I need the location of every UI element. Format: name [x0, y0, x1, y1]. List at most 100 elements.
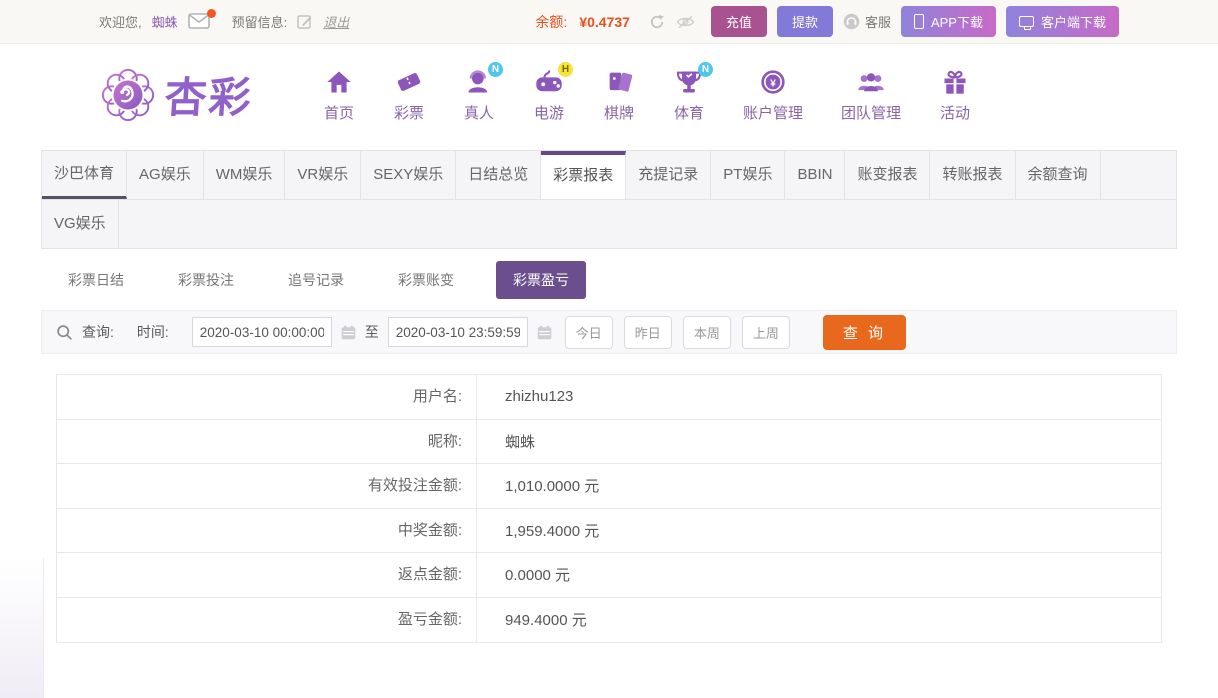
row-label: 返点金额:: [57, 553, 477, 597]
quick-range-buttons: 今日 昨日 本周 上周: [564, 315, 790, 349]
phone-icon: [913, 14, 924, 29]
tab-balance-query[interactable]: 余额查询: [1016, 151, 1101, 199]
headset-icon: [843, 13, 860, 30]
edit-icon[interactable]: [297, 14, 313, 30]
last-week-button[interactable]: 上周: [741, 315, 790, 349]
today-button[interactable]: 今日: [564, 315, 613, 349]
query-submit-button[interactable]: 查 询: [822, 314, 907, 350]
nav-item-live[interactable]: N 真人: [463, 62, 504, 123]
monitor-icon: [1018, 16, 1034, 30]
left-edge-decoration: [0, 558, 44, 698]
lottery-subtabs: 彩票日结 彩票投注 追号记录 彩票账变 彩票盈亏: [56, 261, 1177, 299]
gift-icon: [944, 70, 966, 94]
table-row: 有效投注金额: 1,010.0000 元: [57, 464, 1161, 509]
tab-transfer-report[interactable]: 转账报表: [930, 151, 1016, 199]
yesterday-button[interactable]: 昨日: [623, 315, 672, 349]
calendar-icon-end[interactable]: [537, 325, 552, 340]
row-value: 1,010.0000 元: [505, 478, 600, 496]
profit-loss-table: 用户名: zhizhu123 昵称: 蜘蛛 有效投注金额: 1,010.0000…: [56, 374, 1162, 643]
header: 杏彩 首页 彩票 N 真人 H 电游 棋牌 N 体育 ¥ 账户管理 团队管理 活…: [0, 44, 1218, 145]
nav-item-sports[interactable]: N 体育: [673, 62, 714, 123]
calendar-icon-start[interactable]: [341, 325, 356, 340]
row-label: 昵称:: [57, 419, 477, 463]
recharge-button[interactable]: 充值: [710, 6, 767, 37]
withdraw-button[interactable]: 提款: [776, 6, 833, 37]
search-panel: 查询: 时间: 至 今日 昨日 本周 上周 查 询: [41, 310, 1177, 354]
tab-bbin[interactable]: BBIN: [785, 151, 846, 199]
tab-vg[interactable]: VG娱乐: [42, 200, 119, 248]
table-row: 返点金额: 0.0000 元: [57, 553, 1161, 598]
main-nav: 首页 彩票 N 真人 H 电游 棋牌 N 体育 ¥ 账户管理 团队管理 活动: [323, 62, 971, 123]
table-row: 用户名: zhizhu123: [57, 375, 1161, 420]
tab-wm[interactable]: WM娱乐: [204, 151, 286, 199]
search-icon: [57, 324, 72, 340]
subtab-lottery-profit-loss[interactable]: 彩票盈亏: [496, 261, 586, 299]
row-value: 0.0000 元: [505, 567, 571, 585]
team-icon: [858, 73, 884, 92]
row-value: zhizhu123: [505, 388, 574, 406]
new-badge: N: [698, 62, 714, 77]
tab-sexy[interactable]: SEXY娱乐: [361, 151, 457, 199]
nav-item-promotions[interactable]: 活动: [939, 66, 971, 123]
mail-icon[interactable]: [187, 8, 216, 31]
nav-item-home[interactable]: 首页: [323, 66, 355, 123]
unread-dot: [206, 8, 216, 18]
username-link[interactable]: 蜘蛛: [152, 12, 178, 31]
nav-item-team[interactable]: 团队管理: [841, 66, 901, 123]
subtab-lottery-bets[interactable]: 彩票投注: [166, 262, 246, 298]
nav-item-lottery[interactable]: 彩票: [393, 66, 425, 123]
row-value: 1,959.4000 元: [505, 522, 600, 540]
app-download-label: APP下载: [930, 15, 983, 30]
app-download-button[interactable]: APP下载: [900, 6, 996, 37]
to-label: 至: [364, 324, 379, 340]
start-time-input[interactable]: [191, 317, 332, 347]
tab-daily-summary[interactable]: 日结总览: [456, 151, 542, 199]
this-week-button[interactable]: 本周: [682, 315, 731, 349]
report-tabbar: 沙巴体育 AG娱乐 WM娱乐 VR娱乐 SEXY娱乐 日结总览 彩票报表 充提记…: [41, 150, 1177, 249]
tab-pt[interactable]: PT娱乐: [711, 151, 786, 199]
nav-item-egames[interactable]: H 电游: [533, 62, 574, 123]
balance-label: 余额:: [535, 13, 568, 30]
logout-link[interactable]: 退出: [323, 12, 349, 31]
customer-service-button[interactable]: 客服: [843, 12, 891, 31]
hide-balance-eye-icon[interactable]: [676, 14, 695, 30]
reserved-info-label: 预留信息:: [231, 15, 288, 30]
subtab-lottery-daily[interactable]: 彩票日结: [56, 262, 136, 298]
row-value: 蜘蛛: [505, 433, 536, 451]
nav-item-account[interactable]: ¥ 账户管理: [743, 66, 803, 123]
refresh-icon[interactable]: [648, 13, 666, 31]
tab-account-change-report[interactable]: 账变报表: [845, 151, 931, 199]
table-row: 中奖金额: 1,959.4000 元: [57, 508, 1161, 553]
tab-lottery-report[interactable]: 彩票报表: [541, 151, 627, 199]
row-label: 盈亏金额:: [57, 597, 477, 642]
topbar: 欢迎您, 蜘蛛 预留信息: 退出 余额: ¥0.4737 充值 提款 客服 AP…: [0, 0, 1218, 44]
home-icon: [327, 71, 351, 93]
row-label: 用户名:: [57, 375, 477, 419]
new-badge: N: [488, 62, 504, 77]
site-logo[interactable]: 杏彩: [99, 64, 254, 125]
table-row: 盈亏金额: 949.4000 元: [57, 597, 1161, 642]
subtab-chase-records[interactable]: 追号记录: [276, 262, 356, 298]
tab-shaba-sports[interactable]: 沙巴体育: [42, 151, 128, 199]
table-row: 昵称: 蜘蛛: [57, 419, 1161, 464]
query-label: 查询:: [82, 324, 114, 340]
subtab-lottery-account-change[interactable]: 彩票账变: [386, 262, 466, 298]
hot-badge: H: [558, 62, 574, 77]
tab-vr[interactable]: VR娱乐: [285, 151, 362, 199]
time-label: 时间:: [136, 324, 169, 340]
row-label: 有效投注金额:: [57, 464, 477, 508]
end-time-input[interactable]: [387, 317, 528, 347]
ticket-icon: [397, 73, 421, 91]
tab-ag[interactable]: AG娱乐: [127, 151, 204, 199]
main-content: 沙巴体育 AG娱乐 WM娱乐 VR娱乐 SEXY娱乐 日结总览 彩票报表 充提记…: [41, 150, 1177, 643]
customer-service-label: 客服: [864, 15, 891, 30]
tab-deposit-withdraw-records[interactable]: 充提记录: [626, 151, 712, 199]
client-download-button[interactable]: 客户端下载: [1005, 6, 1119, 37]
nav-item-boardgames[interactable]: 棋牌: [603, 66, 635, 123]
welcome-text: 欢迎您,: [99, 15, 142, 30]
client-download-label: 客户端下载: [1040, 15, 1106, 30]
coin-yuan-icon: ¥: [761, 70, 785, 94]
logo-flower-icon: [101, 68, 155, 121]
row-value: 949.4000 元: [505, 612, 587, 630]
svg-text:¥: ¥: [770, 78, 776, 90]
